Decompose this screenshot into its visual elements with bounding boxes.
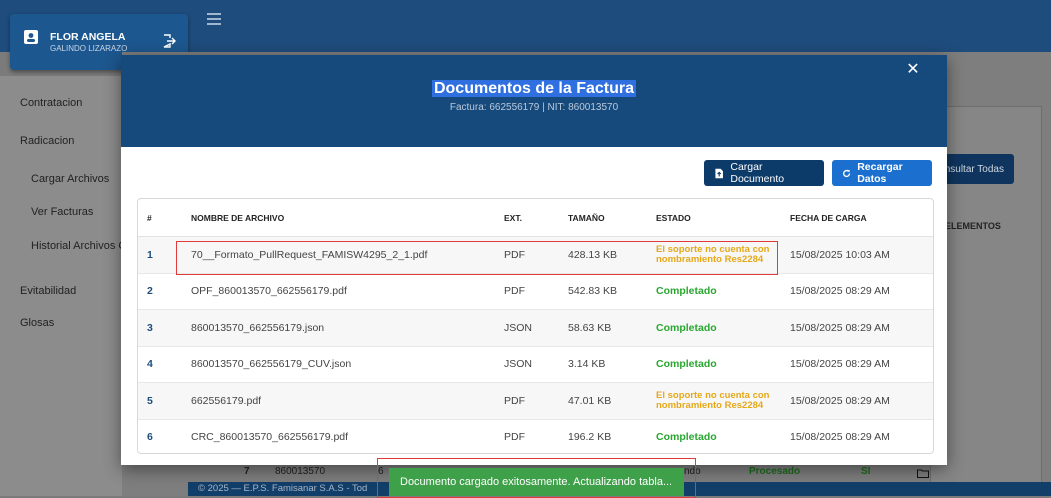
- upload-date: 15/08/2025 08:29 AM: [790, 309, 933, 347]
- file-size: 47.01 KB: [568, 382, 656, 420]
- row-index: 1: [138, 236, 184, 274]
- file-name: 662556179.pdf: [184, 382, 504, 420]
- upload-document-button[interactable]: Cargar Documento: [704, 160, 824, 186]
- status-warning: El soporte no cuenta con nombramiento Re…: [656, 243, 770, 265]
- file-ext: JSON: [504, 346, 568, 383]
- background-row-fragment: 6: [378, 466, 384, 477]
- column-header-ext: EXT.: [504, 199, 568, 237]
- status-completed: Completado: [656, 321, 717, 334]
- folder-icon[interactable]: [917, 469, 929, 478]
- background-row-yes: SI: [861, 466, 871, 477]
- file-ext: JSON: [504, 309, 568, 347]
- table-row[interactable]: 6 CRC_860013570_662556179.pdf PDF 196.2 …: [138, 419, 933, 453]
- file-ext: PDF: [504, 431, 525, 444]
- success-toast: Documento cargado exitosamente. Actualiz…: [389, 468, 684, 496]
- file-status: Completado: [656, 346, 790, 383]
- file-status: Completado: [656, 309, 790, 347]
- logout-icon[interactable]: [162, 34, 176, 48]
- file-size: 3.14 KB: [568, 346, 656, 383]
- file-size: 428.13 KB: [568, 236, 656, 274]
- sidebar-item-contratacion[interactable]: Contratacion: [20, 97, 82, 109]
- status-completed: Completado: [656, 285, 717, 298]
- file-status: El soporte no cuenta con nombramiento Re…: [656, 236, 790, 274]
- upload-date: 15/08/2025 08:29 AM: [790, 346, 933, 383]
- column-header-name: NOMBRE DE ARCHIVO: [184, 199, 504, 237]
- file-status: El soporte no cuenta con nombramiento Re…: [656, 382, 790, 420]
- sidebar-item-ver-facturas[interactable]: Ver Facturas: [31, 206, 93, 218]
- sidebar-item-cargar-archivos[interactable]: Cargar Archivos: [31, 173, 109, 185]
- upload-date: 15/08/2025 08:29 AM: [790, 382, 933, 420]
- reload-data-label: Recargar Datos: [857, 161, 903, 185]
- upload-date: 15/08/2025 10:03 AM: [790, 236, 933, 274]
- file-name: 70__Formato_PullRequest_FAMISW4295_2_1.p…: [184, 236, 504, 274]
- file-name: CRC_860013570_662556179.pdf: [191, 431, 349, 444]
- file-size: 58.63 KB: [568, 309, 656, 347]
- background-row-status: ndo: [684, 466, 701, 477]
- documents-modal: Documentos de la Factura Factura: 662556…: [121, 55, 947, 465]
- background-row-processed: Procesado: [749, 466, 801, 477]
- status-completed: Completado: [656, 358, 717, 371]
- reload-data-button[interactable]: Recargar Datos: [832, 160, 932, 186]
- refresh-icon: [843, 169, 851, 177]
- user-name: FLOR ANGELA: [50, 31, 126, 43]
- upload-file-icon: [715, 168, 723, 178]
- upload-date: 15/08/2025 08:29 AM: [790, 431, 890, 444]
- row-index: 2: [138, 273, 184, 310]
- background-column-header: ELEMENTOS: [945, 221, 1001, 231]
- row-index: 4: [138, 346, 184, 383]
- user-surname: GALINDO LIZARAZO: [50, 44, 128, 53]
- modal-subtitle: Factura: 662556179 | NIT: 860013570: [449, 102, 619, 113]
- file-status: Completado: [656, 419, 790, 453]
- file-name: 860013570_662556179.json: [184, 309, 504, 347]
- file-ext: PDF: [504, 273, 568, 310]
- table-row[interactable]: 1 70__Formato_PullRequest_FAMISW4295_2_1…: [138, 236, 933, 274]
- table-row[interactable]: 2 OPF_860013570_662556179.pdf PDF 542.83…: [138, 273, 933, 310]
- row-index: 5: [138, 382, 184, 420]
- table-header-row: # NOMBRE DE ARCHIVO EXT. TAMAÑO ESTADO F…: [138, 199, 933, 237]
- sidebar: Contratacion Radicacion Cargar Archivos …: [0, 76, 122, 496]
- modal-header: Documentos de la Factura Factura: 662556…: [121, 55, 947, 147]
- table-row[interactable]: 4 860013570_662556179_CUV.json JSON 3.14…: [138, 346, 933, 383]
- file-status: Completado: [656, 273, 790, 310]
- upload-date: 15/08/2025 08:29 AM: [790, 273, 933, 310]
- column-header-date: FECHA DE CARGA: [790, 199, 933, 237]
- row-index: 3: [138, 309, 184, 347]
- sidebar-item-glosas[interactable]: Glosas: [20, 317, 54, 329]
- background-row-index: 7: [244, 466, 250, 477]
- sidebar-item-evitabilidad[interactable]: Evitabilidad: [20, 285, 76, 297]
- column-header-index: #: [138, 199, 184, 237]
- table-row[interactable]: 3 860013570_662556179.json JSON 58.63 KB…: [138, 309, 933, 347]
- menu-icon[interactable]: [207, 13, 221, 25]
- file-ext: PDF: [504, 382, 568, 420]
- file-size: 196.2 KB: [568, 431, 612, 444]
- close-icon[interactable]: ✕: [903, 60, 923, 80]
- id-badge-icon: [24, 30, 38, 44]
- modal-title: Documentos de la Factura: [431, 80, 637, 97]
- sidebar-item-radicacion[interactable]: Radicacion: [20, 135, 74, 147]
- background-row-nit: 860013570: [275, 466, 326, 477]
- row-index: 6: [147, 431, 153, 444]
- status-warning: El soporte no cuenta con nombramiento Re…: [656, 389, 770, 411]
- column-header-size: TAMAÑO: [568, 199, 656, 237]
- file-name: OPF_860013570_662556179.pdf: [184, 273, 504, 310]
- sidebar-item-historial[interactable]: Historial Archivos Ca: [31, 240, 122, 252]
- file-name: 860013570_662556179_CUV.json: [184, 346, 504, 383]
- status-completed: Completado: [656, 431, 717, 444]
- file-size: 542.83 KB: [568, 273, 656, 310]
- file-ext: PDF: [504, 236, 568, 274]
- column-header-status: ESTADO: [656, 199, 790, 237]
- documents-table: # NOMBRE DE ARCHIVO EXT. TAMAÑO ESTADO F…: [137, 198, 934, 454]
- upload-document-label: Cargar Documento: [730, 161, 785, 185]
- table-row[interactable]: 5 662556179.pdf PDF 47.01 KB El soporte …: [138, 382, 933, 420]
